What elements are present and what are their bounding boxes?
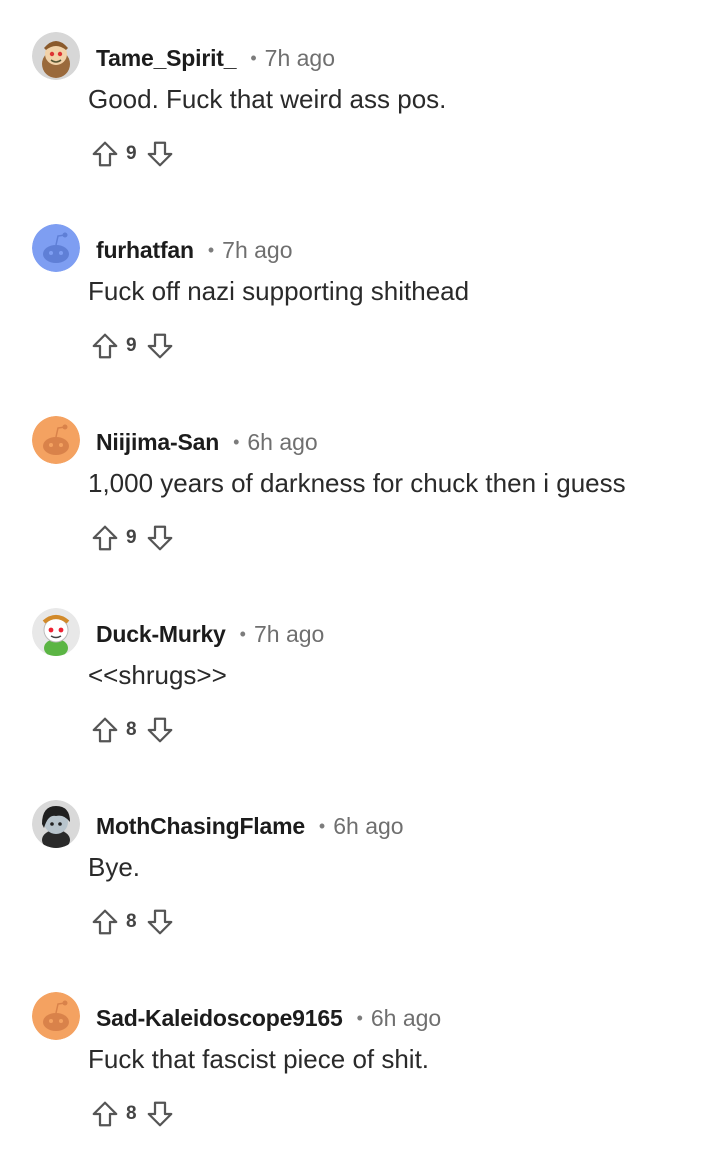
upvote-icon[interactable] xyxy=(88,521,122,555)
vote-score: 9 xyxy=(126,527,137,548)
comment: Niijima-San • 6h ago 1,000 years of dark… xyxy=(0,384,720,576)
downvote-icon[interactable] xyxy=(143,137,177,171)
default-snoo-avatar-icon[interactable] xyxy=(32,416,80,464)
comment: Tame_Spirit_ • 7h ago Good. Fuck that we… xyxy=(0,0,720,192)
vote-score: 8 xyxy=(126,1103,137,1124)
comment-text: Bye. xyxy=(88,852,141,882)
username[interactable]: MothChasingFlame xyxy=(96,813,305,840)
downvote-icon[interactable] xyxy=(143,329,177,363)
comment: Duck-Murky • 7h ago <<shrugs>> 8 xyxy=(0,576,720,768)
comment-meta: Tame_Spirit_ • 7h ago xyxy=(96,40,335,76)
timestamp: 6h ago xyxy=(333,812,404,839)
comment-meta: Sad-Kaleidoscope9165 • 6h ago xyxy=(96,1000,441,1036)
username[interactable]: Tame_Spirit_ xyxy=(96,45,237,72)
comment-text: Fuck that fascist piece of shit. xyxy=(88,1044,430,1074)
separator-dot: • xyxy=(233,431,240,452)
comment-text: Fuck off nazi supporting shithead xyxy=(88,276,470,306)
separator-dot: • xyxy=(318,815,326,836)
comment: furhatfan • 7h ago Fuck off nazi support… xyxy=(0,192,720,384)
downvote-icon[interactable] xyxy=(143,1097,177,1131)
downvote-icon[interactable] xyxy=(143,521,177,555)
separator-dot: • xyxy=(239,623,246,644)
comment-text: <<shrugs>> xyxy=(88,660,227,690)
separator-dot: • xyxy=(250,47,257,68)
comment-meta: MothChasingFlame • 6h ago xyxy=(96,808,404,844)
vote-score: 9 xyxy=(126,143,137,164)
vote-bar: 9 xyxy=(88,520,177,556)
vote-bar: 8 xyxy=(88,712,177,748)
separator-dot: • xyxy=(356,1007,363,1028)
snoo-custom-avatar-icon[interactable] xyxy=(32,608,80,656)
upvote-icon[interactable] xyxy=(88,329,122,363)
username[interactable]: furhatfan xyxy=(96,237,194,264)
comment: MothChasingFlame • 6h ago Bye. 8 xyxy=(0,768,720,960)
comment-text: 1,000 years of darkness for chuck then i… xyxy=(88,468,626,498)
username[interactable]: Niijima-San xyxy=(96,429,219,456)
downvote-icon[interactable] xyxy=(143,905,177,939)
upvote-icon[interactable] xyxy=(88,1097,122,1131)
vote-bar: 8 xyxy=(88,1096,177,1132)
vote-score: 9 xyxy=(126,335,137,356)
timestamp: 6h ago xyxy=(247,428,318,455)
separator-dot: • xyxy=(207,239,215,260)
comment: Sad-Kaleidoscope9165 • 6h ago Fuck that … xyxy=(0,960,720,1152)
dark-character-avatar-icon[interactable] xyxy=(32,800,80,848)
vote-bar: 9 xyxy=(88,136,177,172)
upvote-icon[interactable] xyxy=(88,905,122,939)
vote-bar: 8 xyxy=(88,904,177,940)
upvote-icon[interactable] xyxy=(88,137,122,171)
upvote-icon[interactable] xyxy=(88,713,122,747)
comment-text: Good. Fuck that weird ass pos. xyxy=(88,84,447,114)
timestamp: 7h ago xyxy=(222,236,293,263)
vote-score: 8 xyxy=(126,719,137,740)
default-snoo-avatar-icon[interactable] xyxy=(32,992,80,1040)
username[interactable]: Duck-Murky xyxy=(96,621,226,648)
vote-bar: 9 xyxy=(88,328,177,364)
snoo-hat-avatar-icon[interactable] xyxy=(32,32,80,80)
comment-feed: Tame_Spirit_ • 7h ago Good. Fuck that we… xyxy=(0,0,720,1163)
vote-score: 8 xyxy=(126,911,137,932)
timestamp: 7h ago xyxy=(264,44,336,71)
username[interactable]: Sad-Kaleidoscope9165 xyxy=(96,1005,343,1032)
downvote-icon[interactable] xyxy=(143,713,177,747)
comment-meta: Duck-Murky • 7h ago xyxy=(96,616,324,652)
default-snoo-avatar-icon[interactable] xyxy=(32,224,80,272)
comment-meta: furhatfan • 7h ago xyxy=(96,232,293,268)
timestamp: 7h ago xyxy=(253,620,325,647)
timestamp: 6h ago xyxy=(370,1004,442,1031)
comment-meta: Niijima-San • 6h ago xyxy=(96,424,318,460)
